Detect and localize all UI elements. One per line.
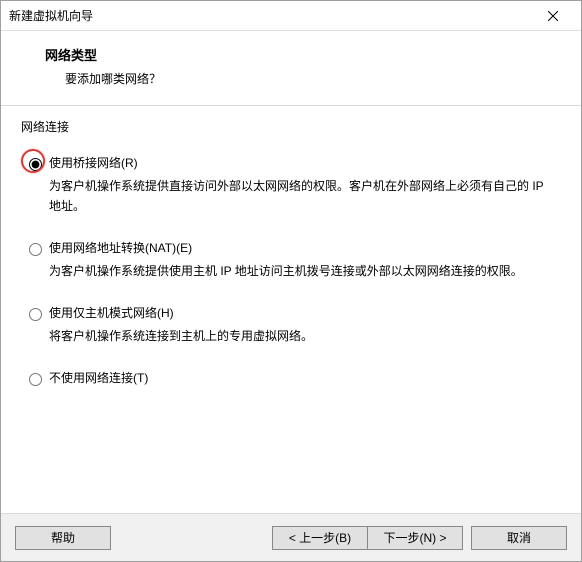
cancel-button[interactable]: 取消 — [471, 526, 567, 550]
page-subtitle: 要添加哪类网络？ — [27, 70, 555, 87]
option-text: 使用桥接网络(R) 为客户机操作系统提供直接访问外部以太网网络的权限。客户机在外… — [49, 153, 563, 216]
option-hostonly: 使用仅主机模式网络(H) 将客户机操作系统连接到主机上的专用虚拟网络。 — [19, 303, 563, 346]
close-button[interactable] — [533, 2, 573, 30]
back-button[interactable]: < 上一步(B) — [272, 526, 368, 550]
option-text: 不使用网络连接(T) — [49, 368, 563, 387]
option-nat: 使用网络地址转换(NAT)(E) 为客户机操作系统提供使用主机 IP 地址访问主… — [19, 238, 563, 281]
option-label[interactable]: 不使用网络连接(T) — [49, 368, 563, 387]
close-icon — [548, 11, 558, 21]
content-area: 网络连接 使用桥接网络(R) 为客户机操作系统提供直接访问外部以太网网络的权限。… — [1, 106, 581, 513]
radio-wrap — [25, 303, 45, 323]
option-bridged: 使用桥接网络(R) 为客户机操作系统提供直接访问外部以太网网络的权限。客户机在外… — [19, 153, 563, 216]
option-desc: 将客户机操作系统连接到主机上的专用虚拟网络。 — [49, 326, 563, 346]
wizard-header: 网络类型 要添加哪类网络？ — [1, 31, 581, 106]
page-title: 网络类型 — [27, 45, 555, 64]
radio-nat[interactable] — [29, 243, 42, 256]
option-desc: 为客户机操作系统提供直接访问外部以太网网络的权限。客户机在外部网络上必须有自己的… — [49, 176, 563, 216]
option-none: 不使用网络连接(T) — [19, 368, 563, 388]
radio-wrap — [25, 368, 45, 388]
help-button[interactable]: 帮助 — [15, 526, 111, 550]
group-label: 网络连接 — [19, 118, 563, 135]
radio-wrap — [25, 153, 45, 173]
option-label[interactable]: 使用桥接网络(R) — [49, 153, 563, 172]
window-title: 新建虚拟机向导 — [9, 7, 533, 24]
option-desc: 为客户机操作系统提供使用主机 IP 地址访问主机拨号连接或外部以太网网络连接的权… — [49, 261, 563, 281]
option-label[interactable]: 使用仅主机模式网络(H) — [49, 303, 563, 322]
radio-hostonly[interactable] — [29, 308, 42, 321]
option-text: 使用网络地址转换(NAT)(E) 为客户机操作系统提供使用主机 IP 地址访问主… — [49, 238, 563, 281]
next-button[interactable]: 下一步(N) > — [367, 526, 463, 550]
footer: 帮助 < 上一步(B) 下一步(N) > 取消 — [1, 513, 581, 561]
wizard-dialog: 新建虚拟机向导 网络类型 要添加哪类网络？ 网络连接 使用桥接网络(R) 为客户… — [0, 0, 582, 562]
titlebar: 新建虚拟机向导 — [1, 1, 581, 31]
radio-wrap — [25, 238, 45, 258]
option-text: 使用仅主机模式网络(H) 将客户机操作系统连接到主机上的专用虚拟网络。 — [49, 303, 563, 346]
radio-none[interactable] — [29, 373, 42, 386]
nav-button-group: < 上一步(B) 下一步(N) > — [272, 526, 463, 550]
highlight-ring-icon — [21, 149, 45, 173]
option-label[interactable]: 使用网络地址转换(NAT)(E) — [49, 238, 563, 257]
